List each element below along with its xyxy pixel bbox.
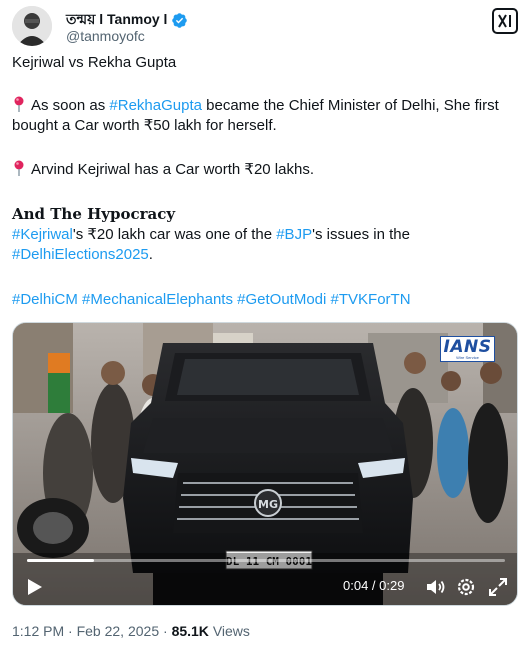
post-date[interactable]: Feb 22, 2025 — [77, 623, 160, 639]
hashtag-kejriwal[interactable]: #Kejriwal — [12, 226, 73, 243]
meta-separator: · — [68, 623, 73, 639]
settings-gear-icon[interactable] — [455, 576, 477, 598]
video-player[interactable]: MG DL 11 CM 0001 IANS Wire Service 0:04 … — [12, 322, 518, 606]
hashtag-delhicm[interactable]: #DelhiCM — [12, 291, 78, 308]
post-time[interactable]: 1:12 PM — [12, 623, 64, 639]
p5-text-c: . — [148, 246, 153, 263]
hashtag-delhielections2025[interactable]: #DelhiElections2025 — [12, 246, 149, 263]
post-header: তন্ময় l Tanmoy l @tanmoyofc — [12, 6, 520, 46]
p5-text-a: 's ₹20 lakh car was one of the — [72, 226, 277, 243]
grille-badge: MG — [258, 498, 278, 511]
avatar-image — [12, 6, 52, 46]
views-label: Views — [212, 623, 250, 639]
p3-text: Arvind Kejriwal has a Car worth ₹20 lakh… — [31, 161, 314, 178]
ians-watermark: IANS Wire Service — [440, 336, 495, 362]
p5-text-b: 's issues in the — [312, 226, 410, 243]
round-pushpin-icon — [14, 96, 24, 112]
post-text-line1: Kejriwal vs Rekha Gupta — [12, 53, 512, 73]
post-title-text: Kejriwal vs Rekha Gupta — [12, 54, 177, 71]
video-time-display: 0:04 / 0:29 — [343, 578, 405, 593]
post-meta: 1:12 PM · Feb 22, 2025 · 85.1K Views — [12, 623, 250, 639]
hashtag-row: #DelhiCM #MechanicalElephants #GetOutMod… — [12, 290, 512, 310]
ians-logo-subtext: Wire Service — [456, 355, 479, 360]
author-handle[interactable]: @tanmoyofc — [66, 28, 145, 44]
hashtag-bjp[interactable]: #BJP — [276, 226, 312, 243]
hashtag-tvkfortn[interactable]: #TVKForTN — [331, 291, 411, 308]
post-paragraph-5: #Kejriwal's ₹20 lakh car was one of the … — [12, 225, 512, 265]
hashtag-getoutmodi[interactable]: #GetOutModi — [237, 291, 326, 308]
round-pushpin-icon — [14, 160, 24, 176]
post-paragraph-2: As soon as #RekhaGupta became the Chief … — [12, 96, 512, 136]
p2-text-a: As soon as — [31, 97, 110, 114]
avatar[interactable] — [12, 6, 52, 46]
fullscreen-icon[interactable] — [487, 576, 509, 598]
post-heading-row: And The Hypocracy — [12, 204, 512, 225]
post-paragraph-3: Arvind Kejriwal has a Car worth ₹20 lakh… — [12, 160, 512, 180]
hashtag-mechanicalelephants[interactable]: #MechanicalElephants — [82, 291, 233, 308]
video-progress-bar[interactable] — [27, 559, 505, 562]
verified-badge-icon — [172, 12, 188, 28]
views-count: 85.1K — [171, 623, 209, 639]
volume-icon[interactable] — [424, 576, 446, 598]
ians-logo-text: IANS — [443, 337, 492, 357]
video-frame: MG DL 11 CM 0001 — [13, 323, 517, 605]
video-progress-fill — [27, 559, 94, 562]
grok-icon[interactable] — [492, 8, 518, 34]
post-heading: And The Hypocracy — [12, 205, 176, 223]
play-icon[interactable] — [23, 576, 45, 598]
meta-separator: · — [163, 623, 168, 639]
hashtag-rekhagupta[interactable]: #RekhaGupta — [109, 97, 202, 114]
